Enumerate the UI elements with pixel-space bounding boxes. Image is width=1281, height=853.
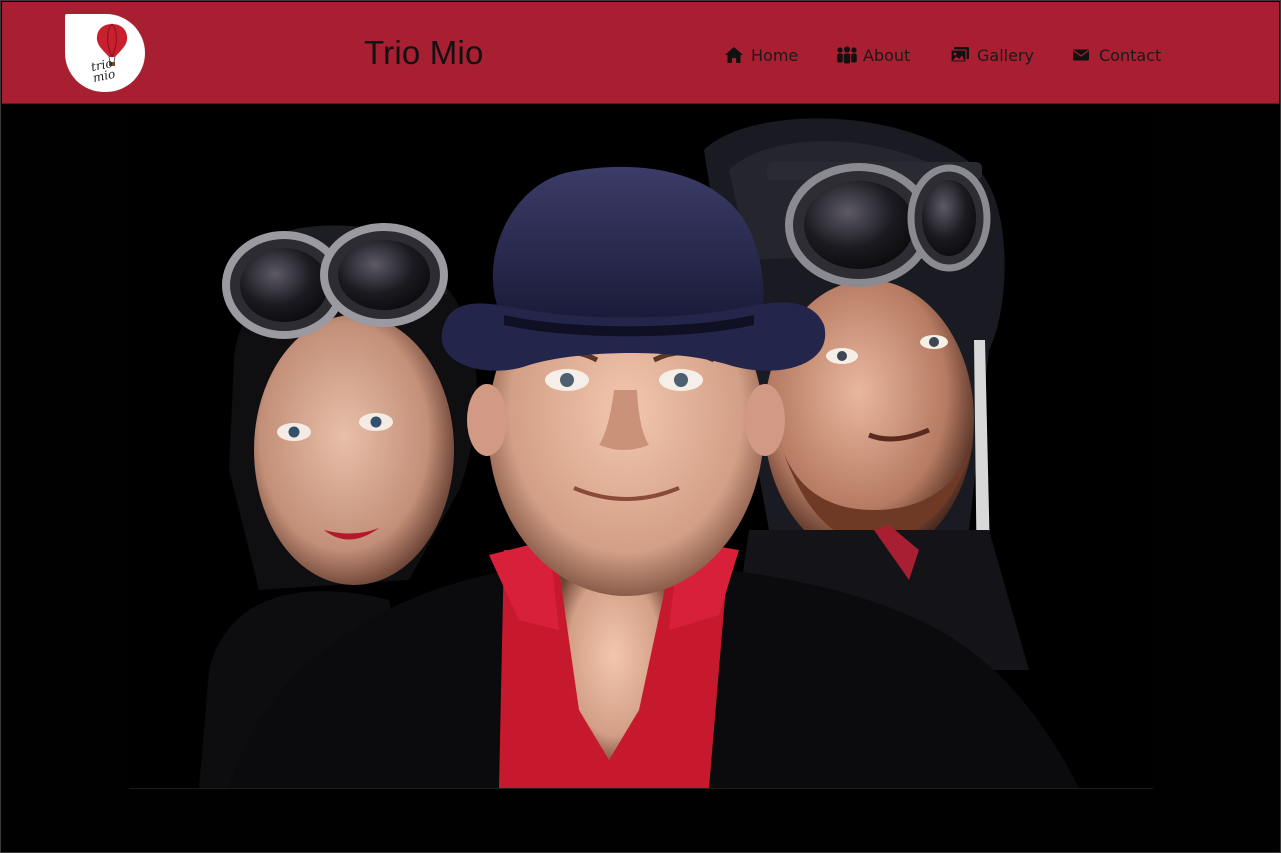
envelope-icon	[1072, 46, 1092, 64]
site-logo[interactable]: trio mio	[65, 14, 145, 92]
nav-contact-link[interactable]: Contact	[1072, 42, 1161, 68]
site-title[interactable]: Trio Mio	[364, 33, 484, 73]
browser-viewport: trio mio Trio Mio Home About Gallery Con…	[0, 0, 1281, 853]
hero-section	[2, 104, 1279, 852]
nav-about-link[interactable]: About	[836, 42, 910, 68]
images-icon	[950, 46, 970, 64]
home-icon	[724, 46, 744, 64]
nav-home-link[interactable]: Home	[724, 42, 798, 68]
hero-photo	[129, 110, 1153, 789]
nav-home-label: Home	[751, 45, 799, 65]
trio-portrait-image	[129, 110, 1153, 788]
site-header: trio mio Trio Mio Home About Gallery Con…	[2, 2, 1279, 104]
nav-gallery-label: Gallery	[977, 45, 1034, 65]
nav-contact-label: Contact	[1099, 45, 1162, 65]
nav-about-label: About	[863, 45, 911, 65]
nav-gallery-link[interactable]: Gallery	[950, 42, 1034, 68]
people-icon	[836, 46, 857, 64]
